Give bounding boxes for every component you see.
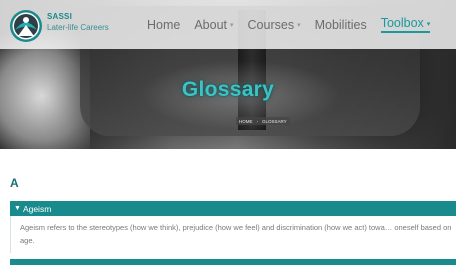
chevron-down-icon: ▾ — [230, 22, 234, 30]
brand-tagline: Later-life Careers — [47, 23, 109, 32]
nav-item-about[interactable]: About ▾ — [194, 18, 233, 32]
glossary-term-definition: Ageism refers to the stereotypes (how we… — [20, 223, 452, 245]
glossary-term: Ageism — [22, 203, 52, 214]
chevron-down-icon: ▾ — [297, 22, 301, 30]
hero-banner: SASSI Later-life Careers Home About ▾ Cou… — [0, 0, 456, 149]
nav-item-toolbox[interactable]: Toolbox ▾ — [380, 16, 431, 33]
brand-name: SASSI — [47, 12, 73, 21]
nav-item-home[interactable]: Home — [147, 18, 180, 32]
nav-item-label: Home — [147, 17, 181, 32]
brand[interactable]: SASSI Later-life Careers — [47, 13, 109, 32]
chevron-down-icon: ▾ — [426, 20, 431, 28]
sassi-logo-icon[interactable] — [9, 9, 43, 43]
breadcrumb-current: GLOSSARY — [262, 118, 287, 124]
page-title: Glossary — [181, 78, 275, 101]
glossary-term-header[interactable]: ▼ Ageism — [10, 201, 456, 216]
breadcrumb: HOME › GLOSSARY — [236, 117, 290, 125]
nav-item-label: Mobilities — [314, 17, 367, 32]
caret-down-icon: ▼ — [14, 205, 21, 212]
nav-item-label: Courses — [247, 17, 295, 32]
glossary-letter-heading: A — [10, 176, 19, 190]
next-glossary-term-header[interactable] — [10, 259, 456, 265]
nav-item-mobilities[interactable]: Mobilities — [315, 18, 367, 32]
nav-item-label: About — [194, 17, 228, 32]
breadcrumb-home-link[interactable]: HOME — [239, 119, 253, 124]
site-header: SASSI Later-life Careers Home About ▾ Cou… — [0, 0, 456, 49]
nav-item-label: Toolbox — [380, 16, 424, 30]
nav-item-courses[interactable]: Courses ▾ — [248, 18, 301, 32]
glossary-term-definition-panel: Ageism refers to the stereotypes (how we… — [10, 216, 456, 253]
main-nav: Home About ▾ Courses ▾ Mobilities Toolbox ▾ — [147, 16, 444, 33]
breadcrumb-separator: › — [256, 118, 259, 124]
